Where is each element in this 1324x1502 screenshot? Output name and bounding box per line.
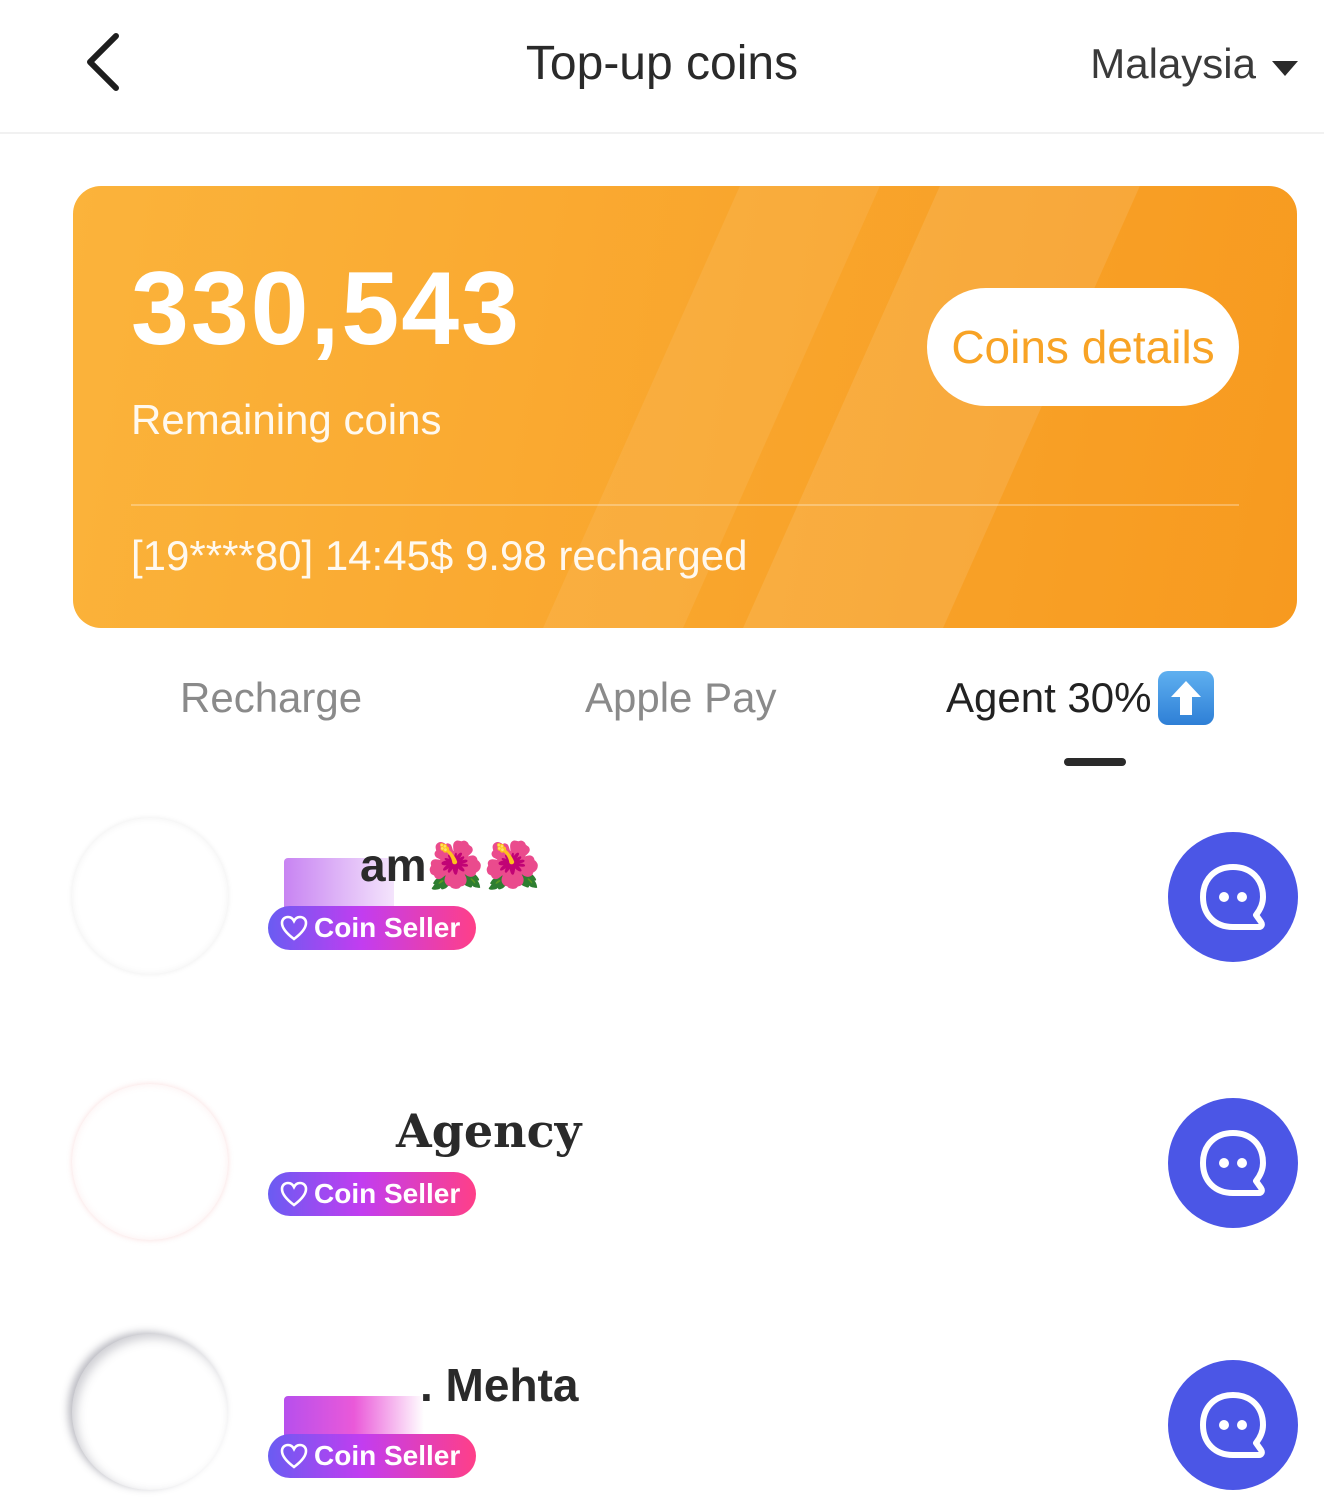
coin-seller-badge: Coin Seller [268, 1172, 477, 1216]
payment-tabs: Recharge Apple Pay Agent 30% [0, 668, 1324, 778]
region-selector[interactable]: Malaysia [1090, 40, 1298, 88]
list-item[interactable]: Agency Coin Seller [0, 1084, 1324, 1254]
seller-name: . Mehta [420, 1359, 579, 1411]
caret-down-icon [1272, 60, 1298, 76]
card-divider [131, 504, 1239, 506]
coin-balance: 330,543 [131, 251, 521, 367]
coin-seller-badge: Coin Seller [268, 906, 477, 950]
avatar [72, 1084, 228, 1240]
chat-button[interactable] [1168, 832, 1298, 962]
chat-icon [1200, 1130, 1266, 1196]
recharge-ticker: [19****80] 14:45$ 9.98 recharged [131, 532, 748, 579]
tab-apple-pay[interactable]: Apple Pay [585, 668, 776, 728]
badge-label: Coin Seller [314, 912, 461, 943]
tab-agent[interactable]: Agent 30% [946, 668, 1214, 728]
heart-shield-icon [280, 1443, 308, 1469]
heart-shield-icon [280, 1181, 308, 1207]
coin-balance-label: Remaining coins [131, 396, 442, 443]
avatar [72, 1334, 228, 1490]
active-tab-indicator [1064, 758, 1126, 766]
top-bar: Top-up coins Malaysia [0, 0, 1324, 134]
badge-label: Coin Seller [314, 1440, 461, 1471]
topup-coins-screen: Top-up coins Malaysia 330,543 Remaining … [0, 0, 1324, 1502]
chat-button[interactable] [1168, 1360, 1298, 1490]
chat-button[interactable] [1168, 1098, 1298, 1228]
coin-seller-badge: Coin Seller [268, 1434, 477, 1478]
heart-shield-icon [280, 915, 308, 941]
up-arrow-icon [1157, 671, 1214, 725]
chat-icon [1200, 1392, 1266, 1458]
seller-name: am🌺🌺 [360, 839, 542, 891]
coins-balance-card: 330,543 Remaining coins Coins details [1… [73, 186, 1297, 628]
chat-icon [1200, 864, 1266, 930]
coins-details-button[interactable]: Coins details [927, 288, 1239, 406]
tab-label: Recharge [180, 674, 363, 721]
list-item[interactable]: am🌺🌺 Coin Seller [0, 818, 1324, 988]
badge-label: Coin Seller [314, 1178, 461, 1209]
seller-name: Agency [396, 1104, 582, 1158]
avatar [72, 818, 228, 974]
tab-label: Apple Pay [585, 674, 777, 721]
list-item[interactable]: . Mehta Coin Seller [0, 1334, 1324, 1502]
tab-recharge[interactable]: Recharge [180, 668, 362, 728]
region-label: Malaysia [1090, 40, 1256, 87]
tab-label: Agent 30% [946, 674, 1152, 721]
